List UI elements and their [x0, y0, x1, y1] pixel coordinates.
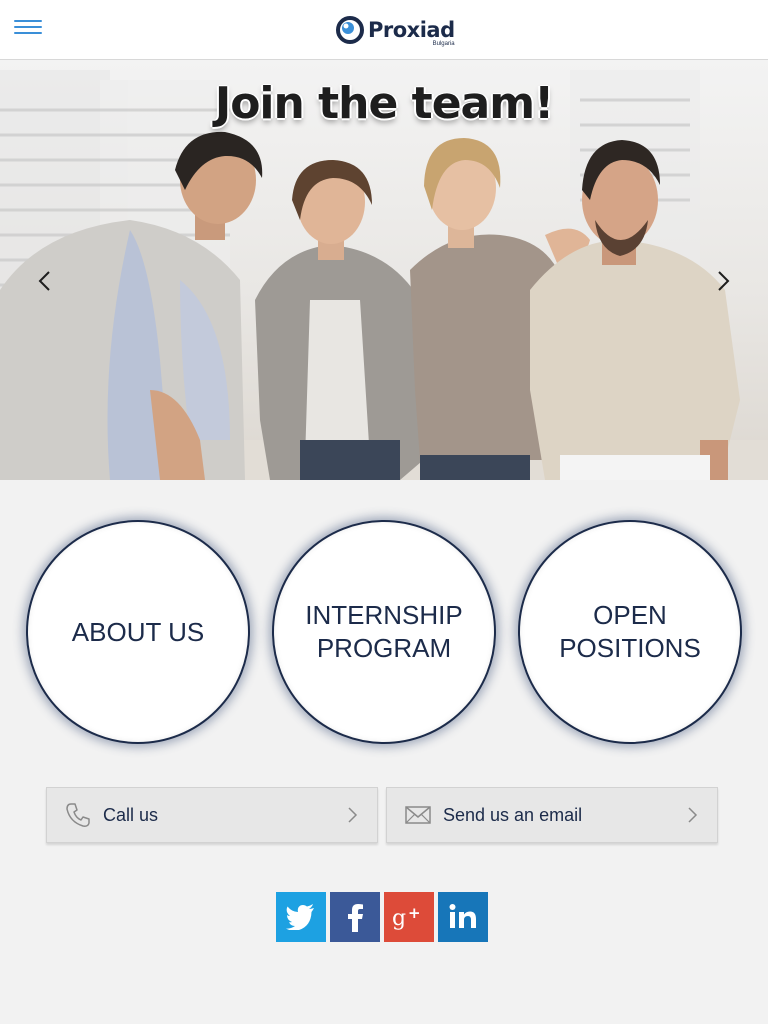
internship-program-button[interactable]: INTERNSHIP PROGRAM: [272, 520, 496, 744]
logo-subtitle: Bulgaria: [432, 41, 455, 47]
send-email-label: Send us an email: [443, 804, 583, 825]
chevron-left-icon[interactable]: [30, 266, 60, 296]
chevron-right-icon[interactable]: [708, 266, 738, 296]
google-plus-icon[interactable]: g +: [384, 892, 434, 942]
call-us-button[interactable]: Call us: [46, 787, 378, 843]
svg-text:g: g: [392, 906, 406, 931]
person-2: [255, 160, 435, 480]
about-us-button[interactable]: ABOUT US: [26, 520, 250, 744]
send-email-button[interactable]: Send us an email: [386, 787, 718, 843]
facebook-icon[interactable]: [330, 892, 380, 942]
linkedin-icon[interactable]: [438, 892, 488, 942]
phone-icon: [63, 800, 93, 830]
logo-name: Proxiad: [368, 18, 455, 42]
app-header: Proxiad Bulgaria: [0, 0, 768, 60]
hero-title: Join the team!: [214, 78, 554, 129]
call-us-label: Call us: [103, 804, 159, 825]
open-positions-button[interactable]: OPEN POSITIONS: [518, 520, 742, 744]
hamburger-menu-icon[interactable]: [14, 20, 42, 40]
envelope-icon: [403, 800, 433, 830]
hero-carousel[interactable]: Join the team!: [0, 60, 768, 480]
logo-mark-icon: [336, 16, 364, 44]
open-positions-label: OPEN POSITIONS: [559, 600, 701, 663]
about-us-label: ABOUT US: [71, 616, 205, 647]
chevron-right-icon: [345, 806, 359, 824]
svg-text:+: +: [408, 904, 421, 922]
internship-program-label: INTERNSHIP PROGRAM: [305, 600, 463, 663]
proxiad-logo[interactable]: Proxiad Bulgaria: [336, 14, 455, 47]
person-4: [530, 140, 740, 480]
social-links: g +: [276, 892, 488, 942]
chevron-right-icon: [685, 806, 699, 824]
twitter-icon[interactable]: [276, 892, 326, 942]
